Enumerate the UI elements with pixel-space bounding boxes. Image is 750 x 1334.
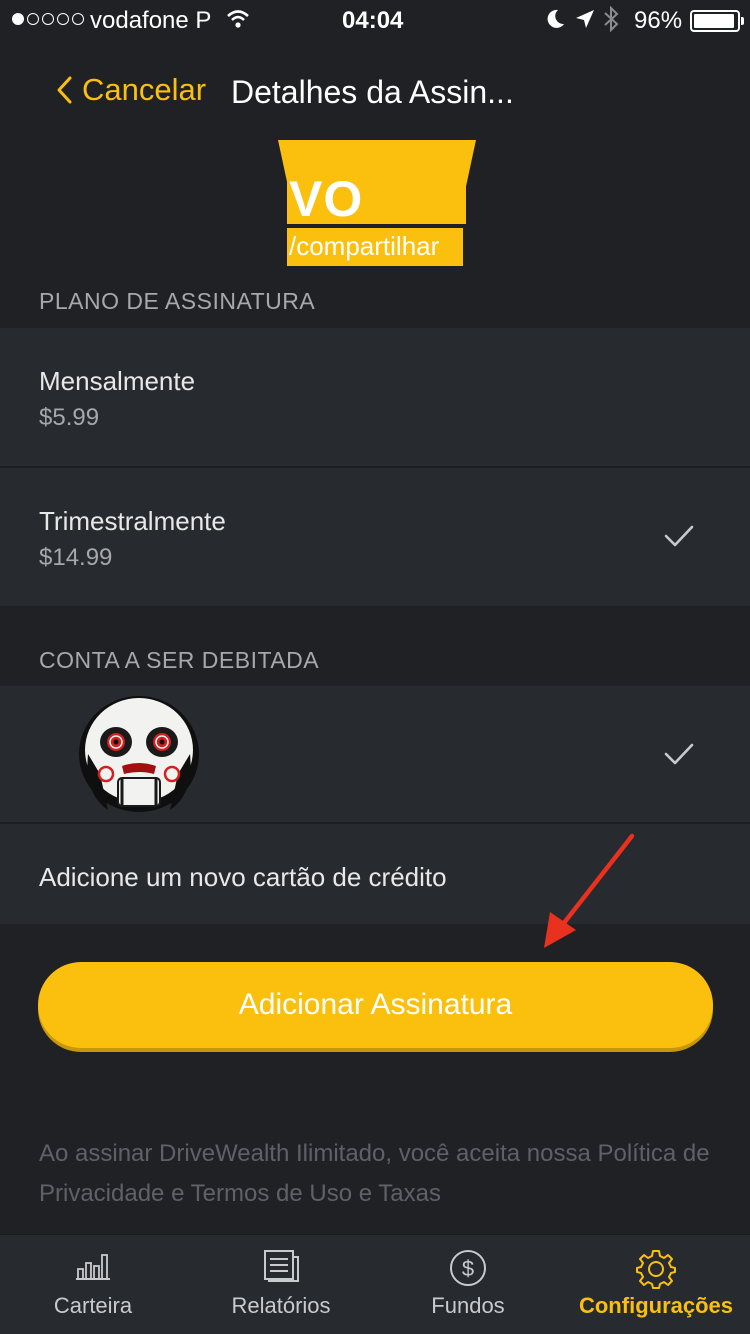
tab-label: Relatórios (231, 1293, 331, 1318)
avatar (79, 696, 199, 812)
chevron-left-icon (57, 76, 72, 104)
tab-relatorios[interactable]: Relatórios (212, 1235, 350, 1334)
add-subscription-button[interactable]: Adicionar Assinatura (38, 962, 713, 1048)
checkmark-icon (664, 743, 694, 765)
clock: 04:04 (342, 7, 404, 34)
plan-option-price: $14.99 (39, 544, 113, 571)
red-arrow-annotation (544, 833, 635, 948)
status-bar: vodafone P 04:04 96% (0, 0, 750, 40)
wifi-icon (226, 8, 250, 37)
account-section-header: CONTA A SER DEBITADA (39, 647, 320, 673)
carrier-name: vodafone P (90, 7, 212, 34)
cancel-button[interactable]: Cancelar (54, 72, 206, 108)
navigation-bar: Cancelar Detalhes da Assin... (0, 60, 750, 124)
bluetooth-icon (602, 5, 620, 39)
svg-text:$: $ (462, 1256, 474, 1281)
bar-chart-icon (76, 1254, 110, 1280)
page-title: Detalhes da Assin... (231, 74, 514, 110)
plan-option-title: Mensalmente (39, 366, 196, 396)
logo-subtext: /compartilhar (289, 231, 440, 261)
tab-label: Carteira (53, 1293, 133, 1318)
dollar-circle-icon: $ (450, 1250, 486, 1286)
gear-icon (636, 1250, 676, 1289)
tab-label: Fundos (431, 1293, 505, 1318)
battery-percentage: 96% (634, 7, 683, 34)
tab-label: Configurações (578, 1293, 734, 1318)
tab-fundos[interactable]: $ Fundos (412, 1235, 524, 1334)
checkmark-icon (664, 525, 694, 547)
plan-option-title: Trimestralmente (39, 506, 226, 536)
add-credit-card-label: Adicione um novo cartão de crédito (39, 862, 447, 892)
plan-section-header: PLANO DE ASSINATURA (39, 288, 316, 314)
logo-text: VO (289, 171, 364, 227)
plan-option-quarterly[interactable]: Trimestralmente $14.99 (0, 468, 750, 606)
tab-configuracoes[interactable]: Configurações (570, 1235, 742, 1334)
battery-icon (690, 10, 744, 32)
tab-carteira[interactable]: Carteira (30, 1235, 156, 1334)
plan-option-monthly[interactable]: Mensalmente $5.99 (0, 328, 750, 466)
terms-notice: Ao assinar DriveWealth Ilimitado, você a… (39, 1140, 710, 1207)
subscription-details-screen: vodafone P 04:04 96% Cancelar Detalhes d… (0, 0, 750, 1334)
moon-icon (544, 8, 566, 37)
plan-option-price: $5.99 (39, 404, 100, 431)
cancel-label: Cancelar (82, 72, 207, 107)
document-icon (264, 1250, 299, 1282)
location-arrow-icon (574, 8, 596, 37)
signal-strength-icon (12, 13, 84, 25)
tab-bar: Carteira Relatórios $ Fundos Configuraçõ… (0, 1234, 750, 1334)
